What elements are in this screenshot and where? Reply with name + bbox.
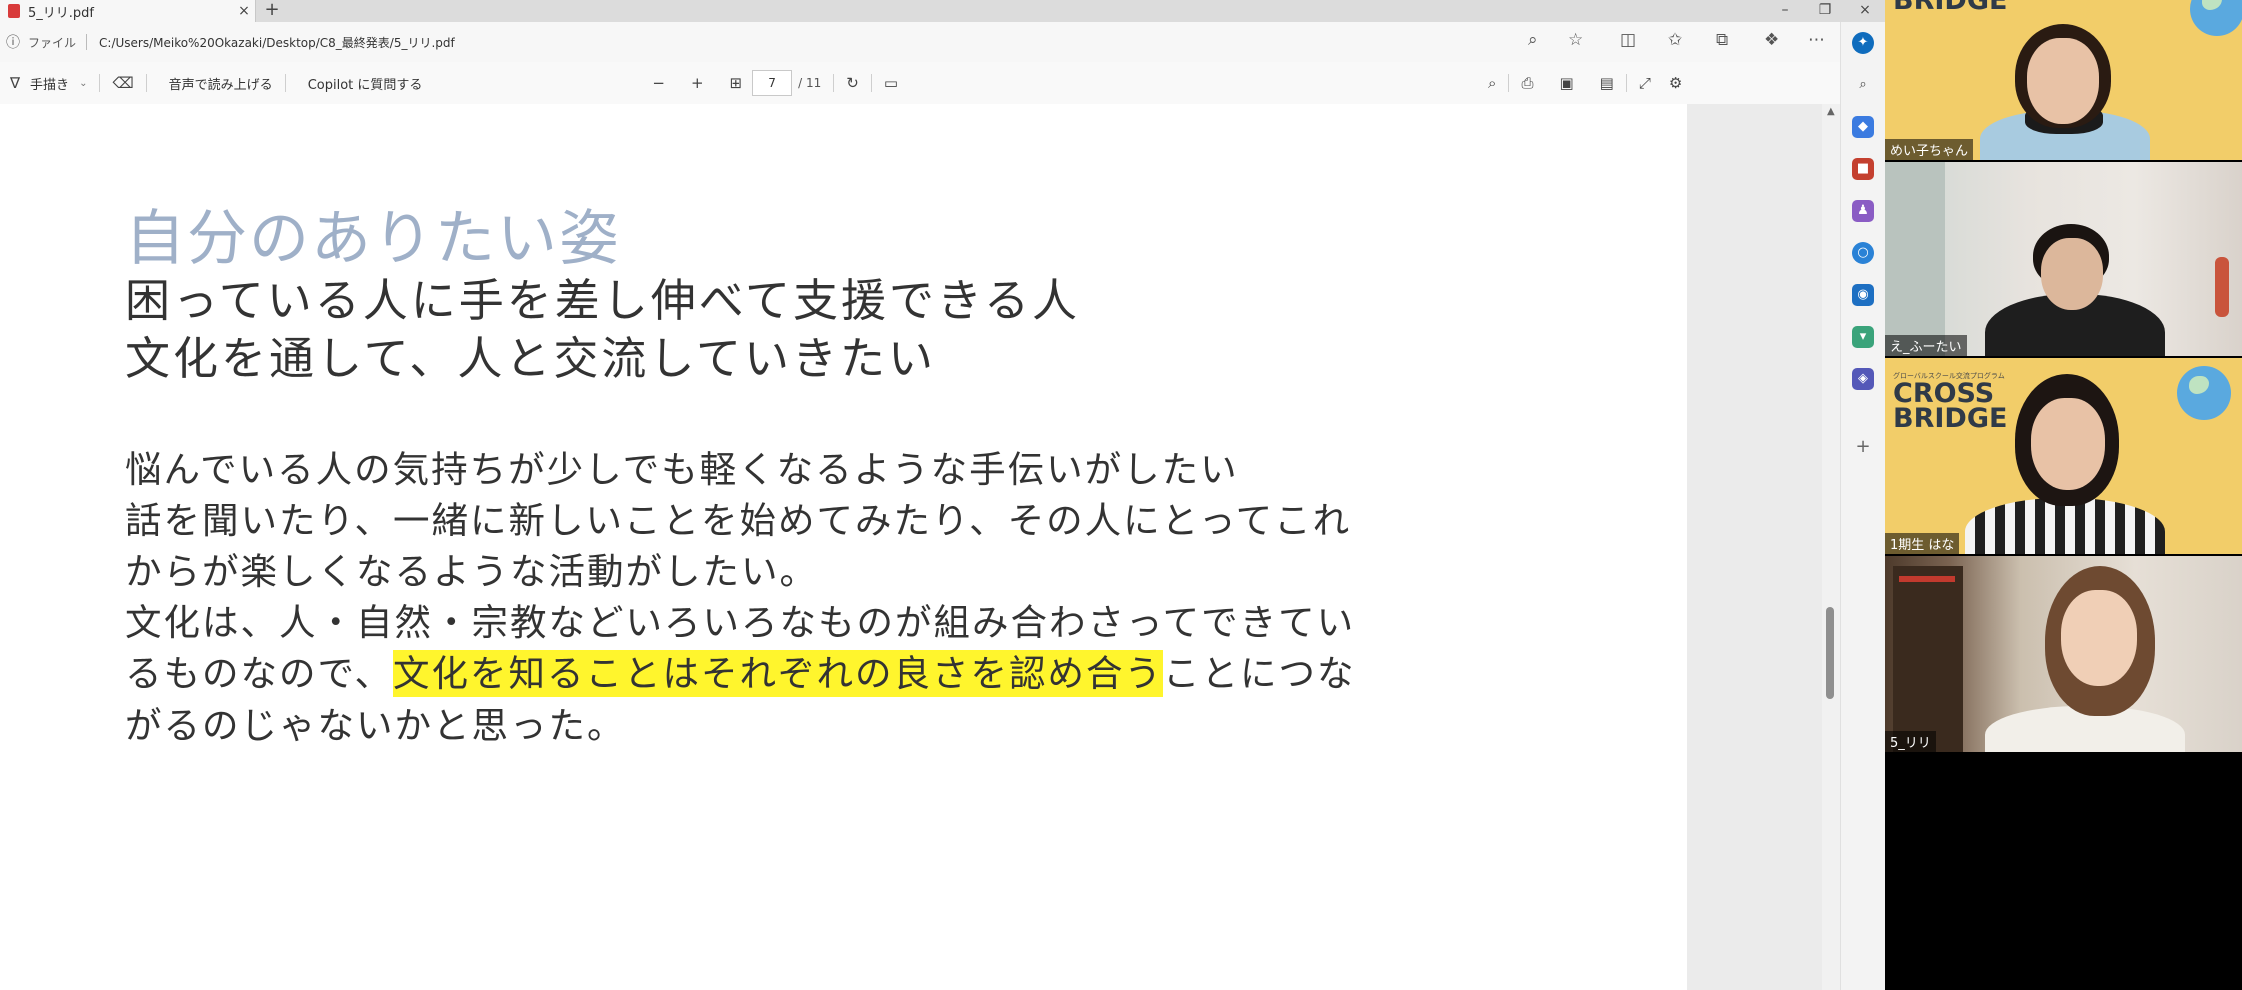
scrollbar-thumb[interactable]	[1826, 607, 1834, 699]
drop-icon[interactable]: ▾	[1852, 326, 1874, 348]
highlighted-text: 文化を知ることはそれぞれの良さを認め合う	[393, 650, 1164, 697]
globe-icon	[2190, 0, 2242, 36]
fullscreen-icon[interactable]: ⤢	[1639, 74, 1651, 92]
teams-icon[interactable]: ◈	[1852, 368, 1874, 390]
zoom-out-button[interactable]: −	[652, 74, 665, 92]
save-icon[interactable]: ▣	[1559, 74, 1573, 92]
page-total: / 11	[798, 76, 822, 90]
settings-gear-icon[interactable]: ⚙	[1669, 74, 1682, 92]
slide-body-line-6: がるのじゃないかと思った。	[125, 704, 626, 747]
brand-logo: グローバルスクール交流プログラム CROSS BRIDGE	[1893, 372, 2008, 434]
toolbar-divider	[1625, 74, 1627, 92]
draw-icon: ∇	[10, 74, 21, 92]
participant-name: え_ふーたい	[1885, 335, 1967, 356]
tab-bar: 5_リリ.pdf × + – ❐ ×	[0, 0, 1885, 22]
participant-name: めい子ちゃん	[1885, 139, 1974, 160]
slide-body-line-1: 悩んでいる人の気持ちが少しでも軽くなるような手伝いがしたい	[125, 448, 1239, 491]
participant-name: 1期生 はな	[1885, 533, 1960, 554]
toolbar-divider	[145, 74, 147, 92]
copilot-icon[interactable]: ✦	[1852, 32, 1874, 54]
pdf-file-icon	[8, 4, 20, 18]
outlook-icon[interactable]: ◉	[1852, 284, 1874, 306]
rotate-icon[interactable]: ↻	[846, 74, 859, 92]
participant-name: 5_リリ	[1885, 731, 1936, 752]
fit-page-icon[interactable]: ⊞	[730, 74, 743, 92]
close-window-button[interactable]: ×	[1845, 0, 1885, 22]
print-icon[interactable]: ⎙	[1521, 74, 1533, 92]
new-tab-button[interactable]: +	[260, 0, 284, 22]
shopping-icon[interactable]: ◆	[1852, 116, 1874, 138]
address-separator	[86, 34, 88, 50]
extensions-icon[interactable]: ❖	[1764, 30, 1779, 50]
page-number-input[interactable]: 7	[752, 70, 793, 96]
toolbar-divider	[870, 74, 872, 92]
search-icon[interactable]: ⌕	[1488, 74, 1496, 92]
zoom-in-button[interactable]: +	[691, 74, 704, 92]
save-as-icon[interactable]: ▤	[1600, 74, 1614, 92]
slide-headline-2: 文化を通して、人と交流していきたい	[125, 332, 937, 385]
participant-tile[interactable]: BRIDGE めい子ちゃん	[1885, 0, 2242, 160]
address-url[interactable]: C:/Users/Meiko%20Okazaki/Desktop/C8_最終発表…	[99, 34, 455, 51]
address-bar[interactable]: ⓘ ファイル C:/Users/Meiko%20Okazaki/Desktop/…	[0, 22, 1885, 62]
favorites-icon[interactable]: ✩	[1668, 30, 1682, 50]
office-icon[interactable]: ○	[1852, 242, 1874, 264]
toolbar-divider	[833, 74, 835, 92]
draw-tool[interactable]: ∇ 手描き ⌄	[10, 74, 87, 93]
pdf-viewer[interactable]: 自分のありたい姿 困っている人に手を差し伸べて支援できる人 文化を通して、人と交…	[0, 104, 1840, 990]
globe-icon	[2177, 366, 2231, 420]
vertical-scrollbar[interactable]	[1822, 104, 1840, 990]
copilot-button[interactable]: Copilot に質問する	[308, 74, 423, 93]
body-line-5-start: るものなので、	[125, 652, 394, 695]
tab-pdf[interactable]: 5_リリ.pdf ×	[0, 0, 256, 22]
collections-icon[interactable]: ⧉	[1716, 30, 1728, 50]
slide-headline-1: 困っている人に手を差し伸べて支援できる人	[125, 274, 1081, 327]
slide-body-line-5: るものなので、文化を知ることはそれぞれの良さを認め合うことにつな	[125, 644, 1356, 697]
split-screen-icon[interactable]: ◫	[1620, 30, 1636, 50]
minimize-button[interactable]: –	[1765, 0, 1805, 22]
tools-icon[interactable]: ■	[1852, 158, 1874, 180]
zoom-icon[interactable]: ⌕	[1528, 30, 1538, 50]
tab-title: 5_リリ.pdf	[28, 5, 94, 21]
slide-body-line-2: 話を聞いたり、一緒に新しいことを始めてみたり、その人にとってこれ	[125, 499, 1352, 542]
games-icon[interactable]: ♟	[1852, 200, 1874, 222]
eraser-icon[interactable]: ⌫	[112, 74, 133, 92]
tab-close-icon[interactable]: ×	[233, 3, 255, 19]
pdf-toolbar: ∇ 手描き ⌄ ⌫ 音声で読み上げる Copilot に質問する − + ⊞ 7…	[0, 62, 1840, 105]
chevron-down-icon[interactable]: ⌄	[79, 78, 87, 89]
brand-logo: BRIDGE	[1893, 0, 2008, 16]
toolbar-divider	[99, 74, 101, 92]
slide-body-line-4: 文化は、人・自然・宗教などいろいろなものが組み合わさってできてい	[125, 601, 1356, 644]
add-sidebar-app-icon[interactable]: +	[1852, 436, 1874, 458]
participant-tile[interactable]: グローバルスクール交流プログラム CROSS BRIDGE 1期生 はな	[1885, 358, 2242, 554]
address-scheme-label: ファイル	[28, 35, 77, 50]
browser-window: 5_リリ.pdf × + – ❐ × ⓘ ファイル C:/Users/Meiko…	[0, 0, 1886, 990]
more-menu-icon[interactable]: ⋯	[1808, 30, 1825, 50]
slide-body-line-3: からが楽しくなるような活動がしたい。	[125, 550, 818, 593]
favorite-star-icon[interactable]: ☆	[1568, 30, 1583, 50]
video-call-panel: BRIDGE めい子ちゃん え_ふーたい グローバルスクール交流プログラム CR…	[1885, 0, 2242, 990]
participant-tile[interactable]: え_ふーたい	[1885, 162, 2242, 356]
read-aloud-button[interactable]: 音声で読み上げる	[169, 74, 273, 93]
toolbar-divider	[284, 74, 286, 92]
participant-tile[interactable]: 5_リリ	[1885, 556, 2242, 752]
draw-label: 手描き	[30, 77, 70, 93]
edge-sidebar: ✦ ⌕ ◆ ■ ♟ ○ ◉ ▾ ◈ +	[1840, 22, 1886, 990]
info-icon[interactable]: ⓘ	[6, 32, 20, 52]
restore-button[interactable]: ❐	[1805, 0, 1845, 22]
scroll-up-arrow-icon[interactable]: ▲	[1827, 106, 1835, 117]
page-view-icon[interactable]: ▭	[884, 74, 898, 92]
body-line-5-end: ことにつな	[1163, 652, 1356, 695]
pdf-page: 自分のありたい姿 困っている人に手を差し伸べて支援できる人 文化を通して、人と交…	[0, 104, 1687, 990]
sidebar-search-icon[interactable]: ⌕	[1852, 74, 1874, 96]
toolbar-divider	[1508, 74, 1510, 92]
